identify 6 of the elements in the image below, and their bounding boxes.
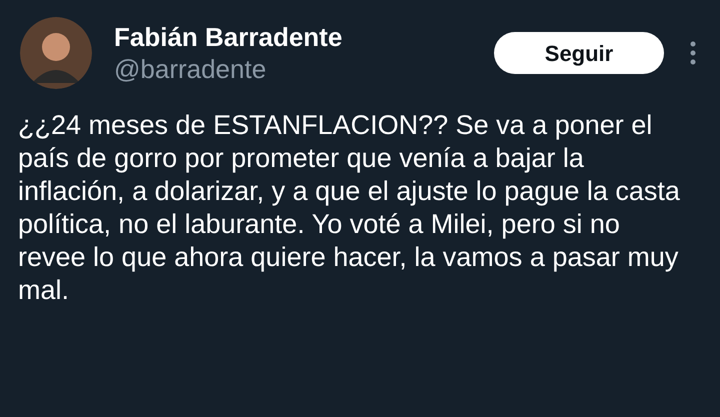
author-name: Fabián Barradente (114, 21, 344, 53)
avatar (20, 17, 92, 89)
author-handle: @barradente (114, 53, 268, 85)
follow-button[interactable]: Seguir (494, 32, 664, 74)
tweet-text: ¿¿24 meses de ESTANFLACION?? Se va a poner el país de gorro por prometer que venía a bajar la inflación, a dolarizar, y a que el ajuste lo pague la casta política, no el laburante. Yo voté a Milei, pero si no revee lo que ahora quiere hacer, la vamos a pasar muy mal. (17, 109, 681, 307)
more-options-icon[interactable] (690, 41, 696, 65)
